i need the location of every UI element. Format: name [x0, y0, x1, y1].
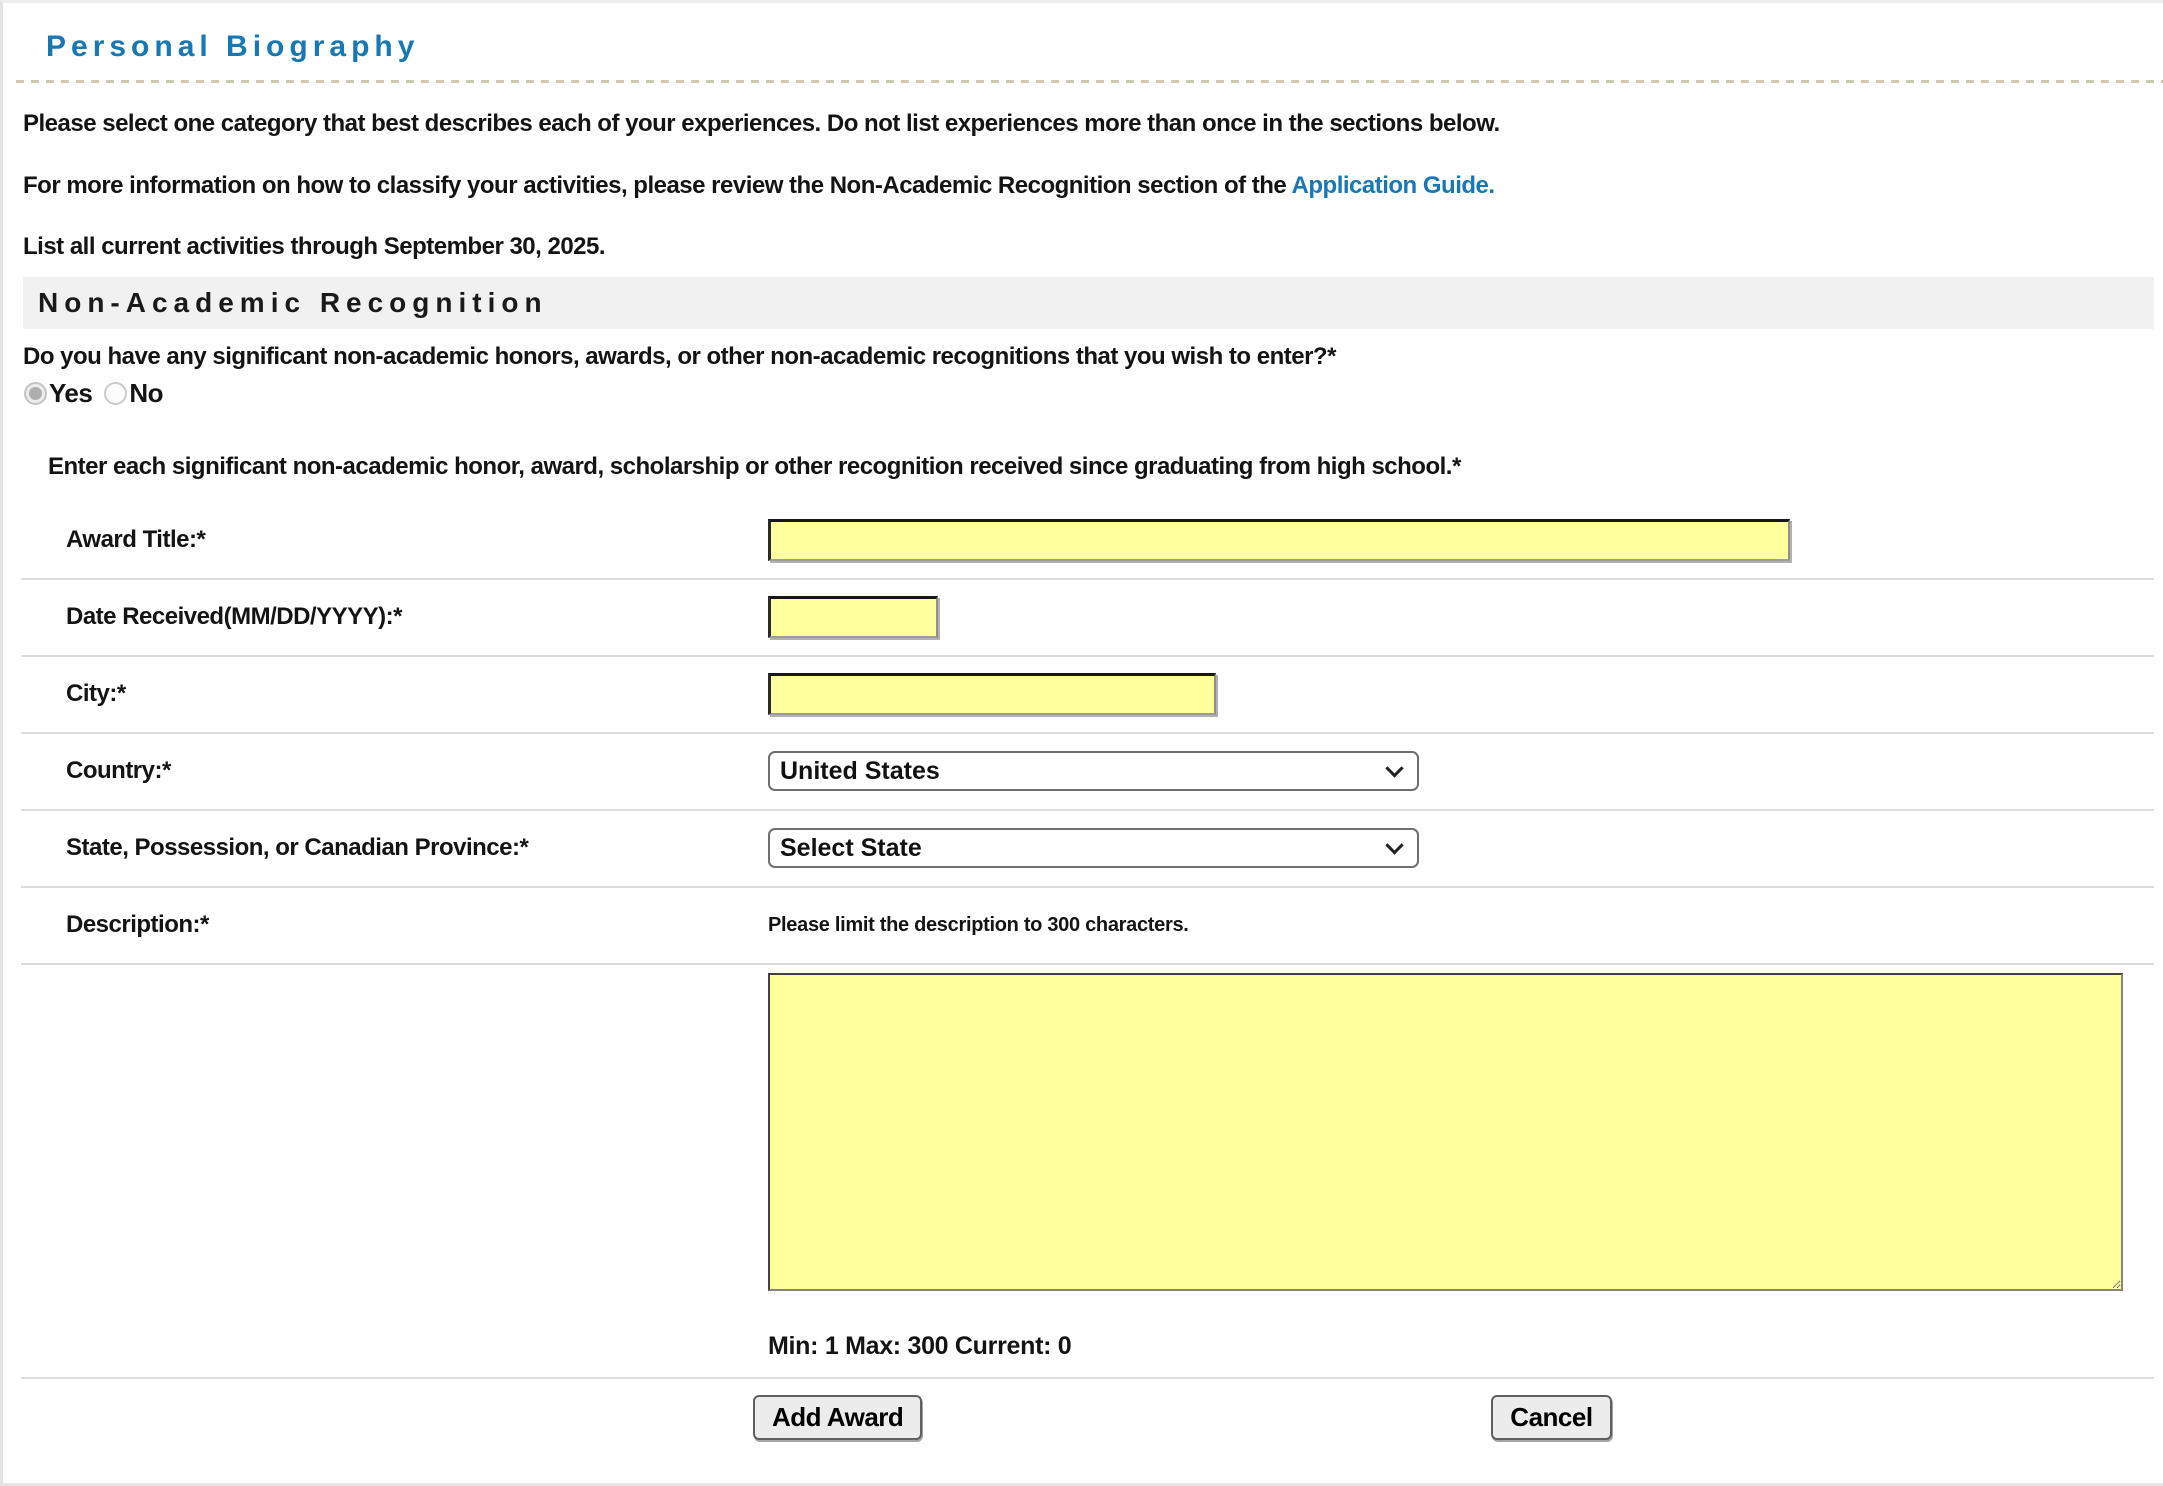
award-title-row: Award Title:* [21, 503, 2154, 580]
award-entry-instruction: Enter each significant non-academic hono… [48, 453, 2143, 481]
cancel-button[interactable]: Cancel [1491, 1395, 1611, 1440]
add-award-button[interactable]: Add Award [753, 1395, 922, 1440]
recognition-radio-group: Yes No [24, 378, 2143, 409]
yes-radio[interactable] [24, 382, 47, 405]
city-row: City:* [21, 657, 2154, 734]
date-received-input[interactable] [768, 596, 938, 638]
intro-paragraph-2: For more information on how to classify … [23, 172, 2143, 200]
country-select-wrap: United States [768, 751, 1419, 791]
intro-paragraph-3: List all current activities through Sept… [23, 233, 2143, 261]
character-counter: Min: 1 Max: 300 Current: 0 [768, 1332, 2163, 1361]
intro-paragraph-1: Please select one category that best des… [23, 110, 2143, 138]
intro-paragraph-2-text: For more information on how to classify … [23, 172, 1292, 199]
date-received-row: Date Received(MM/DD/YYYY):* [21, 580, 2154, 657]
country-select[interactable]: United States [768, 751, 1419, 791]
title-divider [16, 80, 2163, 83]
section-header-non-academic-recognition: Non-Academic Recognition [23, 277, 2154, 329]
state-row: State, Possession, or Canadian Province:… [21, 811, 2154, 888]
no-radio-label[interactable]: No [129, 378, 163, 409]
form-footer: Add Award Cancel [21, 1377, 2154, 1440]
country-label: Country:* [66, 757, 768, 785]
city-label: City:* [66, 680, 768, 708]
award-title-input[interactable] [768, 519, 1790, 561]
recognition-question: Do you have any significant non-academic… [23, 343, 2143, 371]
no-radio[interactable] [104, 382, 127, 405]
award-title-label: Award Title:* [66, 526, 768, 554]
description-label-row: Description:* Please limit the descripti… [21, 888, 2154, 965]
application-guide-link[interactable]: Application Guide. [1292, 172, 1495, 199]
award-form: Award Title:* Date Received(MM/DD/YYYY):… [21, 503, 2154, 965]
city-input[interactable] [768, 673, 1216, 715]
country-row: Country:* United States [21, 734, 2154, 811]
state-select-wrap: Select State [768, 828, 1419, 868]
yes-radio-label[interactable]: Yes [49, 378, 92, 409]
personal-biography-page: Personal Biography Please select one cat… [0, 0, 2163, 1486]
description-textarea-block [768, 973, 2163, 1296]
description-textarea[interactable] [768, 973, 2123, 1291]
state-label: State, Possession, or Canadian Province:… [66, 834, 768, 862]
state-select[interactable]: Select State [768, 828, 1419, 868]
description-label: Description:* [66, 911, 768, 939]
page-title: Personal Biography [46, 30, 2163, 64]
date-received-label: Date Received(MM/DD/YYYY):* [66, 603, 768, 631]
description-hint: Please limit the description to 300 char… [768, 914, 1189, 937]
